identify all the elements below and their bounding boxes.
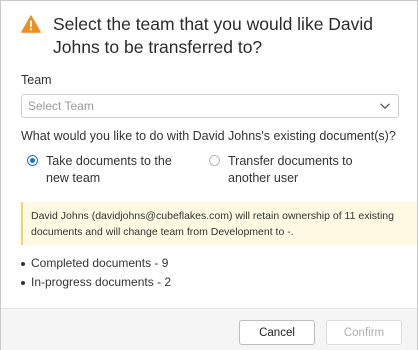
ownership-notice-text: David Johns (davidjohns@cubeflakes.com) … [31, 210, 394, 238]
dialog-footer: Cancel Confirm [1, 308, 417, 350]
bullet-icon [21, 280, 25, 285]
team-label: Team [21, 73, 52, 87]
option-take-documents[interactable]: Take documents to the new team [27, 153, 197, 187]
chevron-down-icon [380, 103, 390, 109]
warning-icon [21, 15, 41, 33]
option-transfer-documents[interactable]: Transfer documents to another user [209, 153, 389, 187]
team-select[interactable]: Select Team [21, 94, 399, 118]
document-stats: Completed documents - 9 In-progress docu… [21, 254, 171, 292]
option-take-documents-label: Take documents to the new team [46, 154, 172, 185]
stat-completed: Completed documents - 9 [21, 254, 171, 273]
transfer-dialog: Select the team that you would like Davi… [0, 0, 418, 350]
dialog-title: Select the team that you would like Davi… [53, 14, 374, 57]
radio-unselected[interactable] [209, 155, 220, 166]
stat-in-progress: In-progress documents - 2 [21, 273, 171, 292]
confirm-button[interactable]: Confirm [326, 320, 402, 345]
ownership-notice: David Johns (davidjohns@cubeflakes.com) … [21, 202, 417, 245]
radio-selected[interactable] [27, 155, 38, 166]
documents-question: What would you like to do with David Joh… [21, 129, 396, 143]
dialog-header: Select the team that you would like Davi… [21, 13, 401, 59]
cancel-button[interactable]: Cancel [239, 320, 315, 345]
stat-in-progress-text: In-progress documents - 2 [31, 275, 172, 289]
stat-completed-text: Completed documents - 9 [31, 256, 169, 270]
team-select-placeholder: Select Team [28, 99, 94, 113]
option-transfer-documents-label: Transfer documents to another user [228, 154, 353, 185]
bullet-icon [21, 261, 25, 266]
